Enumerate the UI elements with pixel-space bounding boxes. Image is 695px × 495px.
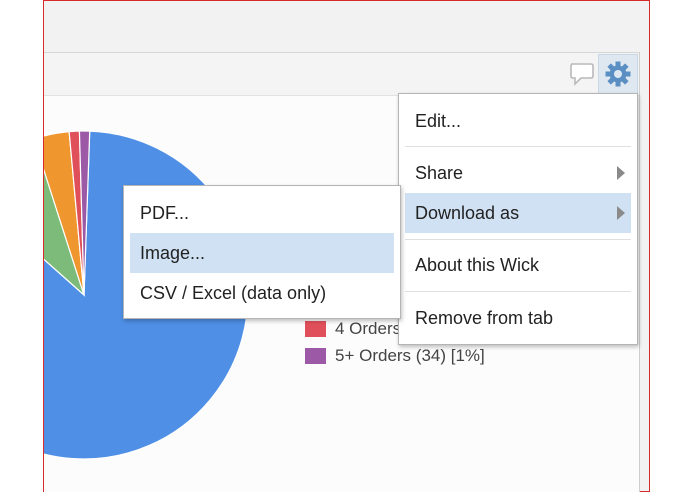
menu-item-share[interactable]: Share: [405, 153, 631, 193]
menu-item-remove-from-tab[interactable]: Remove from tab: [405, 298, 631, 338]
submenu-item-pdf[interactable]: PDF...: [130, 193, 394, 233]
menu-item-download-as[interactable]: Download as: [405, 193, 631, 233]
menu-item-label: About this Wick: [415, 255, 540, 275]
settings-menu: Edit... Share Download as About this Wic…: [398, 93, 638, 345]
menu-item-about[interactable]: About this Wick: [405, 245, 631, 285]
submenu-item-csv-excel[interactable]: CSV / Excel (data only): [130, 273, 394, 313]
menu-item-label: PDF...: [140, 203, 190, 223]
chevron-right-icon: [617, 166, 625, 180]
legend-label: 5+ Orders (34) [1%]: [335, 346, 485, 365]
legend-label: 4 Orders: [335, 319, 402, 338]
menu-item-label: Edit...: [415, 111, 462, 131]
legend-swatch: [305, 321, 326, 337]
menu-item-label: Share: [415, 163, 464, 183]
panel-header: [44, 53, 639, 96]
comment-icon: [570, 63, 594, 86]
legend-swatch: [305, 348, 326, 364]
menu-item-label: CSV / Excel (data only): [140, 283, 327, 303]
menu-divider: [405, 146, 631, 147]
gear-button[interactable]: [598, 54, 638, 94]
download-submenu: PDF... Image... CSV / Excel (data only): [123, 185, 401, 319]
comment-button[interactable]: [568, 61, 596, 87]
menu-item-label: Download as: [415, 203, 520, 223]
gear-icon: [605, 61, 631, 87]
chevron-right-icon: [617, 206, 625, 220]
menu-item-label: Image...: [140, 243, 206, 263]
submenu-item-image[interactable]: Image...: [130, 233, 394, 273]
menu-item-label: Remove from tab: [415, 308, 554, 328]
menu-item-edit[interactable]: Edit...: [405, 101, 631, 141]
menu-divider: [405, 291, 631, 292]
menu-divider: [405, 239, 631, 240]
